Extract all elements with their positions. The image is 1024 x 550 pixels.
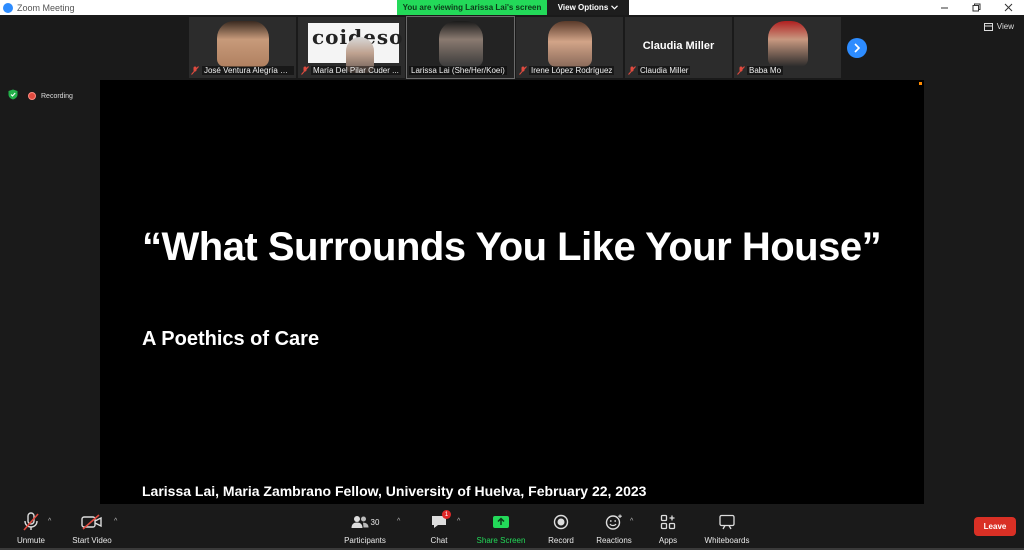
apps-label: Apps — [658, 536, 678, 545]
share-corner-marker — [919, 82, 922, 85]
participant-namebar: María Del Pilar Cuder ... — [300, 65, 403, 76]
recording-label: Recording — [41, 92, 73, 100]
participant-namebar: José Ventura Alegría H... — [191, 65, 294, 76]
participants-icon-group: 30 — [340, 512, 390, 532]
view-button[interactable]: View — [983, 22, 1014, 31]
participants-count: 30 — [370, 517, 380, 527]
reactions-label: Reactions — [596, 536, 632, 545]
participant-video — [767, 21, 808, 67]
mic-muted-icon — [191, 66, 200, 75]
unmute-label: Unmute — [16, 536, 45, 545]
participants-icon — [351, 516, 369, 528]
chevron-up-icon[interactable]: ^ — [457, 518, 460, 525]
leave-button[interactable]: Leave — [974, 517, 1016, 536]
start-video-label: Start Video — [72, 536, 112, 545]
shield-icon[interactable] — [8, 87, 18, 105]
meeting-status: Recording — [8, 87, 73, 105]
mic-muted-icon — [19, 512, 43, 532]
share-screen-label: Share Screen — [476, 536, 526, 545]
minimize-icon — [940, 7, 948, 9]
mic-muted-icon — [518, 66, 527, 75]
window-controls — [928, 0, 1024, 15]
slide-footer: Larissa Lai, Maria Zambrano Fellow, Univ… — [142, 483, 647, 499]
share-banner-text: You are viewing Larissa Lai's screen — [397, 0, 547, 15]
participant-tile[interactable]: José Ventura Alegría H... — [189, 17, 296, 78]
start-video-button[interactable]: Start Video — [57, 512, 127, 545]
mic-muted-icon — [300, 66, 309, 75]
chevron-right-icon — [854, 43, 861, 53]
participant-name: Baba Mo — [747, 66, 784, 75]
restore-icon — [972, 3, 980, 12]
participant-name: José Ventura Alegría H... — [201, 66, 294, 75]
participants-label: Participants — [344, 536, 386, 545]
recording-dot-icon — [28, 92, 36, 100]
participant-tile[interactable]: Baba Mo — [734, 17, 841, 78]
close-icon — [1004, 3, 1012, 12]
reactions-icon — [602, 512, 626, 532]
whiteboards-button[interactable]: Whiteboards — [692, 512, 762, 545]
chevron-up-icon[interactable]: ^ — [114, 518, 117, 525]
minimize-button[interactable] — [928, 0, 960, 15]
recording-indicator[interactable]: Recording — [28, 92, 73, 100]
chat-label: Chat — [430, 536, 448, 545]
view-options-button[interactable]: View Options — [547, 0, 629, 15]
chevron-up-icon[interactable]: ^ — [48, 518, 51, 525]
chevron-down-icon — [611, 3, 619, 12]
participant-tile[interactable]: Irene López Rodríguez — [516, 17, 623, 78]
record-icon — [549, 512, 573, 532]
participants-button[interactable]: 30 Participants — [330, 512, 400, 545]
participant-gallery: José Ventura Alegría H... coideso María … — [189, 16, 841, 79]
chat-icon: 1 — [427, 510, 451, 532]
chevron-up-icon[interactable]: ^ — [397, 518, 400, 525]
chat-button[interactable]: 1 Chat — [404, 510, 474, 545]
mic-muted-icon — [627, 66, 636, 75]
participant-tile-active-speaker[interactable]: Larissa Lai (She/Her/Koei) — [406, 16, 515, 79]
whiteboards-label: Whiteboards — [704, 536, 750, 545]
participant-name: Claudia Miller — [638, 66, 691, 75]
mic-muted-icon — [736, 66, 745, 75]
slide-title: “What Surrounds You Like Your House” — [142, 225, 882, 269]
participant-video — [547, 21, 592, 67]
participant-name: Irene López Rodríguez — [529, 66, 615, 75]
view-label: View — [996, 22, 1014, 31]
whiteboard-icon — [715, 512, 739, 532]
title-bar: Zoom Meeting You are viewing Larissa Lai… — [0, 0, 1024, 15]
share-screen-icon — [489, 512, 513, 532]
participant-namebar: Claudia Miller — [627, 65, 730, 76]
video-off-name: Claudia Miller — [642, 40, 715, 52]
grid-view-icon — [983, 22, 993, 31]
zoom-app-icon — [3, 2, 13, 13]
share-banner: You are viewing Larissa Lai's screen Vie… — [397, 0, 629, 15]
slide-subtitle: A Poethics of Care — [142, 328, 320, 350]
chat-unread-badge: 1 — [442, 510, 451, 519]
participant-name: Larissa Lai (She/Her/Koei) — [409, 66, 507, 75]
participant-namebar: Larissa Lai (She/Her/Koei) — [409, 65, 512, 76]
video-off-icon — [80, 512, 104, 532]
participant-namebar: Irene López Rodríguez — [518, 65, 621, 76]
meeting-toolbar: Unmute ^ Start Video ^ 30 Participants ^… — [0, 506, 1024, 550]
record-label: Record — [548, 536, 574, 545]
participant-tile[interactable]: coideso María Del Pilar Cuder ... — [298, 17, 405, 78]
shared-screen: “What Surrounds You Like Your House” A P… — [100, 80, 924, 504]
apps-icon — [656, 512, 680, 532]
zoom-meeting-window: Zoom Meeting You are viewing Larissa Lai… — [0, 0, 1024, 550]
participant-namebar: Baba Mo — [736, 65, 839, 76]
participant-tile-video-off[interactable]: Claudia Miller Claudia Miller — [625, 17, 732, 78]
view-options-label: View Options — [557, 3, 609, 12]
gallery-next-button[interactable] — [847, 38, 867, 58]
maximize-button[interactable] — [960, 0, 992, 15]
participant-video — [216, 21, 269, 67]
close-button[interactable] — [992, 0, 1024, 15]
window-title: Zoom Meeting — [17, 2, 75, 13]
participant-video — [438, 21, 483, 67]
participant-name: María Del Pilar Cuder ... — [311, 66, 401, 75]
